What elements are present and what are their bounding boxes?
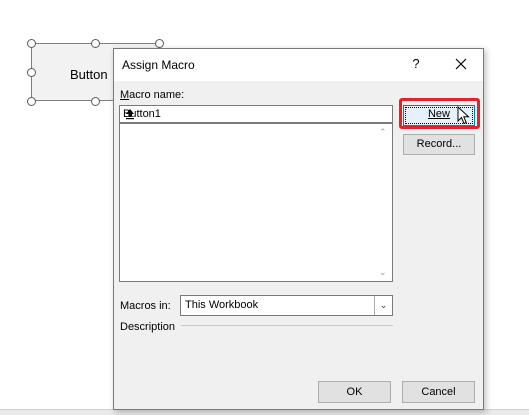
- record-button-label: Record...: [416, 138, 462, 150]
- resize-handle-bottom-left[interactable]: [27, 97, 36, 106]
- dialog-title: Assign Macro: [122, 58, 195, 72]
- resize-handle-top[interactable]: [91, 39, 100, 48]
- cancel-button-label: Cancel: [421, 386, 456, 398]
- upload-arrow-icon: [126, 109, 134, 120]
- assign-macro-dialog: Assign Macro ? Macro name: Button1 ⌃ ⌄ N…: [113, 48, 484, 410]
- chevron-down-icon[interactable]: ⌄: [374, 296, 392, 315]
- ok-button[interactable]: OK: [318, 381, 391, 403]
- cancel-button[interactable]: Cancel: [402, 381, 475, 403]
- macro-name-label: Macro name:: [120, 89, 185, 101]
- macro-list[interactable]: ⌃ ⌄: [119, 123, 393, 282]
- close-button[interactable]: [452, 54, 470, 74]
- resize-handle-left[interactable]: [27, 68, 36, 77]
- help-button[interactable]: ?: [408, 56, 424, 71]
- resize-handle-top-right[interactable]: [155, 39, 164, 48]
- macros-in-label: Macros in:: [120, 300, 171, 312]
- record-button[interactable]: Record...: [403, 134, 475, 155]
- macro-name-label-rest: acro name:: [129, 89, 185, 101]
- macro-list-scrollbar[interactable]: ⌃ ⌄: [376, 124, 392, 281]
- close-icon: [455, 58, 467, 70]
- macros-in-select[interactable]: This Workbook ⌄: [180, 295, 393, 316]
- macro-name-input[interactable]: Button1: [119, 105, 393, 123]
- ok-button-label: OK: [346, 386, 363, 398]
- collapse-dialog-button[interactable]: [123, 108, 137, 122]
- description-separator: [181, 325, 393, 326]
- scroll-down-icon[interactable]: ⌄: [379, 267, 387, 278]
- resize-handle-top-left[interactable]: [27, 39, 36, 48]
- sheet-button-label: Button: [70, 67, 108, 82]
- description-label: Description: [120, 321, 176, 333]
- mouse-pointer-icon: [457, 105, 471, 129]
- macros-in-value: This Workbook: [185, 299, 259, 311]
- dialog-titlebar[interactable]: Assign Macro ?: [114, 49, 483, 81]
- resize-handle-bottom[interactable]: [91, 97, 100, 106]
- scroll-up-icon[interactable]: ⌃: [379, 127, 387, 138]
